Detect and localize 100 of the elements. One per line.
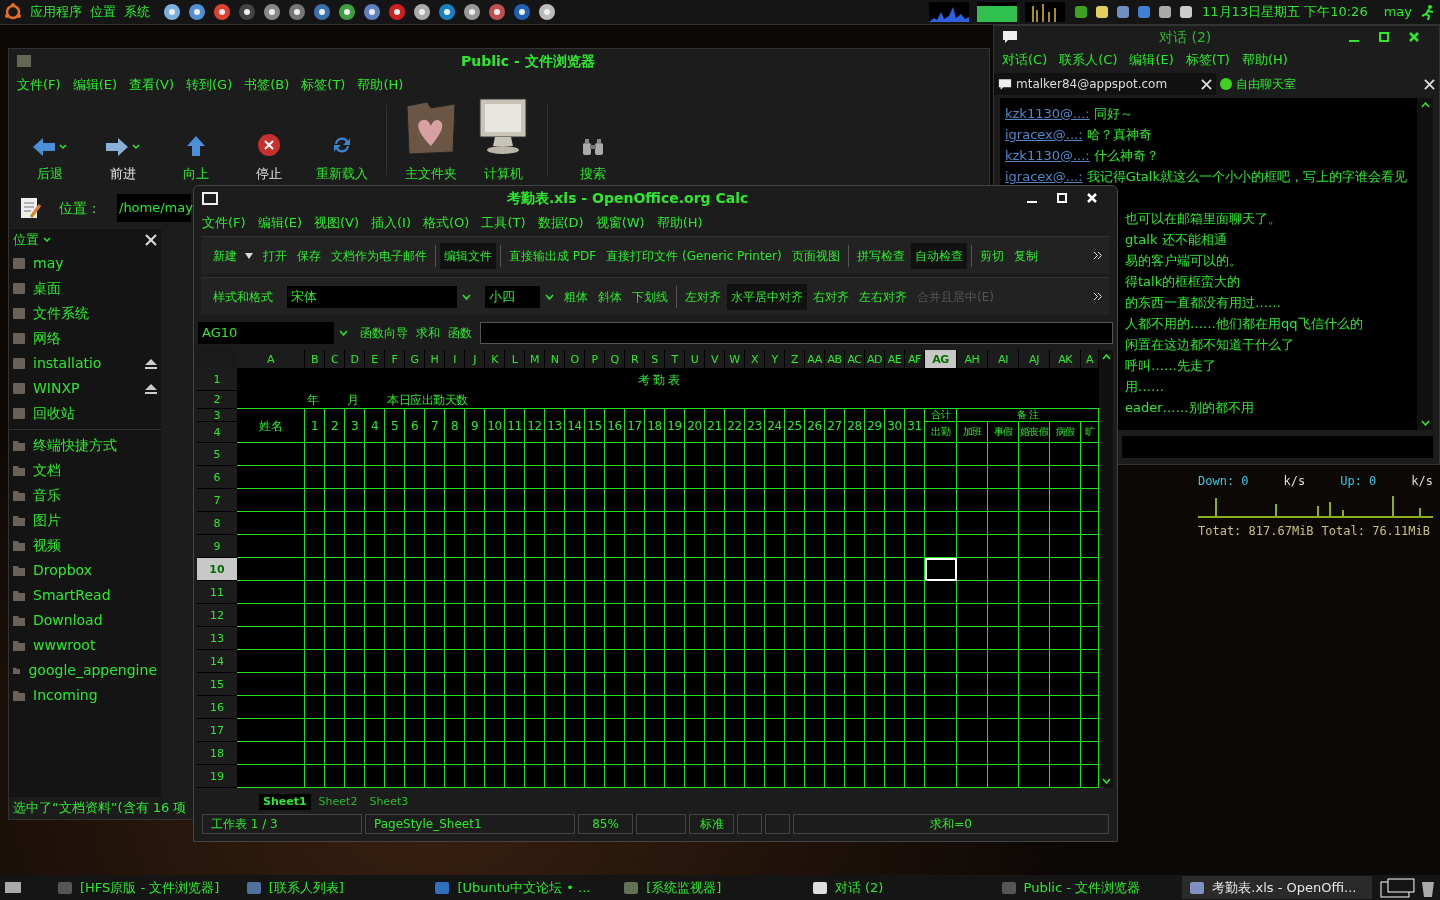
column-header[interactable]: B [305,350,325,368]
column-header[interactable]: V [705,350,725,368]
format-button[interactable]: 斜体 [594,283,626,310]
column-header[interactable]: AA [805,350,825,368]
menu-item[interactable]: 格式(O) [423,213,470,233]
format-button[interactable]: 左对齐 [681,283,725,310]
sidebar-item[interactable]: Download [9,608,161,633]
taskbar-button[interactable]: 对话 (2) [804,876,990,899]
panel-menu[interactable]: 位置 [90,2,116,22]
column-header[interactable]: G [405,350,425,368]
row-header[interactable]: 4 [197,422,237,443]
menu-item[interactable]: 编辑(E) [257,213,302,233]
taskbar-button[interactable]: 考勤表.xls - OpenOffi... [1182,876,1373,899]
sheet-tab[interactable]: Sheet3 [365,793,413,811]
sidebar-item[interactable]: 终端快捷方式 [9,433,161,458]
close-icon[interactable] [1424,78,1435,90]
launcher-icon[interactable] [312,2,332,22]
column-header[interactable]: L [505,350,525,368]
launcher-icon[interactable] [262,2,282,22]
menu-item[interactable]: 标签(T) [1185,50,1230,70]
taskbar-button[interactable]: [Ubuntu中文论坛 • ... [427,876,613,899]
taskbar-button[interactable]: [系统监视器] [616,876,801,899]
ubuntu-logo-icon[interactable] [4,3,22,21]
toolbar-button[interactable]: 文档作为电子邮件 [327,242,431,269]
chevron-down-icon[interactable] [131,143,140,150]
row-header[interactable]: 5 [197,443,237,466]
menu-item[interactable]: 数据(D) [537,213,584,233]
menu-item[interactable]: 插入(I) [371,213,411,233]
close-icon[interactable] [145,234,157,246]
toolbar-button[interactable]: 搜索 [556,99,629,183]
taskbar-button[interactable]: [联系人列表] [238,876,424,899]
formula-button[interactable]: 求和 [416,324,440,342]
menu-item[interactable]: 转到(G) [186,75,233,95]
sender-link[interactable]: igracex@...: [1005,169,1083,184]
column-header[interactable]: E [365,350,385,368]
overflow-icon[interactable] [1094,252,1102,259]
column-header[interactable]: AD [865,350,885,368]
toolbar-button[interactable]: 前进 [86,99,159,183]
toolbar-button[interactable]: 拼写检查 [852,242,909,269]
row-header[interactable]: 15 [197,673,237,696]
menu-item[interactable]: 工具(T) [481,213,526,233]
menu-item[interactable]: 查看(V) [129,75,175,95]
row-header[interactable]: 8 [197,512,237,535]
formula-button[interactable]: 函数向导 [360,324,408,342]
row-header[interactable]: 12 [197,604,237,627]
launcher-icon[interactable] [412,2,432,22]
launcher-icon[interactable] [237,2,257,22]
sidebar-item[interactable]: 文件系统 [9,301,161,326]
close-icon[interactable] [1409,32,1419,42]
column-header[interactable]: Q [605,350,625,368]
column-header[interactable]: F [385,350,405,368]
column-header[interactable]: M [525,350,545,368]
sidebar-item[interactable]: may [9,251,161,276]
menu-item[interactable]: 编辑(E) [1129,50,1174,70]
desktop-icon[interactable] [4,879,22,896]
tray-icon[interactable] [1178,4,1194,20]
row-header[interactable]: 17 [197,719,237,742]
tray-icon[interactable] [1115,4,1131,20]
scrollbar[interactable] [1417,98,1433,430]
workspace-switcher-icon[interactable] [1380,877,1416,898]
column-header[interactable]: C [325,350,345,368]
sidebar-item[interactable]: Incoming [9,683,161,708]
toolbar-button[interactable]: 编辑文件 [440,242,496,269]
launcher-icon[interactable] [337,2,357,22]
menu-item[interactable]: 联系人(C) [1059,50,1118,70]
menu-item[interactable]: 对话(C) [1002,50,1048,70]
format-button[interactable]: 左右对齐 [855,283,911,310]
maximize-icon[interactable] [1379,32,1389,42]
sidebar-item[interactable]: 音乐 [9,483,161,508]
row-header[interactable]: 6 [197,466,237,489]
sidebar-item[interactable]: 回收站 [9,401,161,426]
column-header[interactable]: AK [1050,350,1081,368]
column-header[interactable]: AE [885,350,905,368]
column-header[interactable]: N [545,350,565,368]
sidebar-item[interactable]: Dropbox [9,558,161,583]
row-header[interactable]: 19 [197,765,237,788]
toolbar-button[interactable]: 停止 [232,99,305,183]
toolbar-button[interactable]: 向上 [159,99,232,183]
taskbar-button[interactable]: Public - 文件浏览器 [993,876,1179,899]
formula-button[interactable]: 函数 [448,324,472,342]
user-name[interactable]: may [1383,2,1412,22]
column-header[interactable]: Z [785,350,805,368]
column-header[interactable]: J [465,350,485,368]
column-header[interactable]: AB [825,350,845,368]
toolbar-button[interactable]: 重新载入 [305,99,378,183]
row-header[interactable]: 1 [197,368,237,391]
sheet-tab[interactable]: Sheet1 [259,793,311,811]
column-header[interactable]: Y [765,350,785,368]
column-header[interactable]: T [665,350,685,368]
format-button[interactable]: 右对齐 [809,283,853,310]
sheet-tab[interactable]: Sheet2 [314,793,362,811]
sidebar-item[interactable]: installatio [9,351,161,376]
row-header[interactable]: 9 [197,535,237,558]
launcher-icon[interactable] [162,2,182,22]
message-input[interactable] [1122,436,1433,458]
launcher-icon[interactable] [362,2,382,22]
chevron-down-icon[interactable] [1101,778,1111,784]
tray-icon[interactable] [1157,4,1173,20]
column-header[interactable]: H [425,350,445,368]
column-header[interactable]: R [625,350,645,368]
